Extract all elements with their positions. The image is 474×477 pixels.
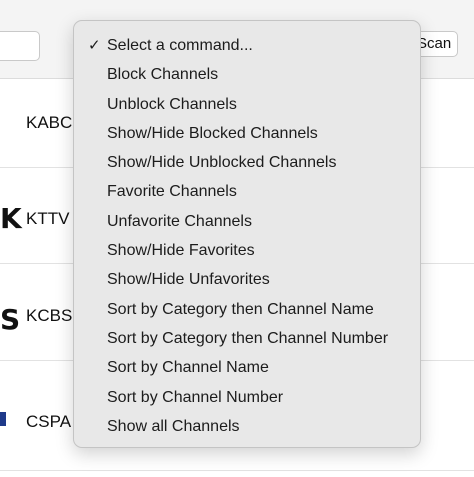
menu-item-show-hide-favorites[interactable]: Show/Hide Favorites [74, 236, 420, 265]
channel-name: KCBS [26, 306, 73, 325]
channel-logo: K [0, 202, 22, 235]
menu-item-label: Select a command... [107, 37, 253, 54]
menu-item-show-hide-blocked[interactable]: Show/Hide Blocked Channels [74, 119, 420, 148]
menu-item-sort-category-name[interactable]: Sort by Category then Channel Name [74, 295, 420, 324]
menu-item-sort-channel-name[interactable]: Sort by Channel Name [74, 353, 420, 382]
channel-name: KABC [26, 113, 73, 132]
search-field[interactable] [0, 31, 40, 61]
menu-item-select-a-command[interactable]: ✓ Select a command... [74, 31, 420, 60]
menu-item-sort-channel-number[interactable]: Sort by Channel Number [74, 383, 420, 412]
menu-item-show-all-channels[interactable]: Show all Channels [74, 412, 420, 441]
menu-item-show-hide-unfavorites[interactable]: Show/Hide Unfavorites [74, 265, 420, 294]
channel-logo: S [0, 303, 21, 336]
menu-item-unfavorite-channels[interactable]: Unfavorite Channels [74, 207, 420, 236]
channel-logo [0, 412, 6, 426]
menu-item-show-hide-unblocked[interactable]: Show/Hide Unblocked Channels [74, 148, 420, 177]
menu-item-unblock-channels[interactable]: Unblock Channels [74, 90, 420, 119]
command-menu[interactable]: ✓ Select a command... Block Channels Unb… [73, 20, 421, 448]
menu-item-favorite-channels[interactable]: Favorite Channels [74, 177, 420, 206]
channel-name: KTTV [26, 209, 70, 228]
checkmark-icon: ✓ [88, 36, 101, 54]
menu-item-block-channels[interactable]: Block Channels [74, 60, 420, 89]
menu-item-sort-category-number[interactable]: Sort by Category then Channel Number [74, 324, 420, 353]
channel-name: CSPA [26, 412, 72, 431]
